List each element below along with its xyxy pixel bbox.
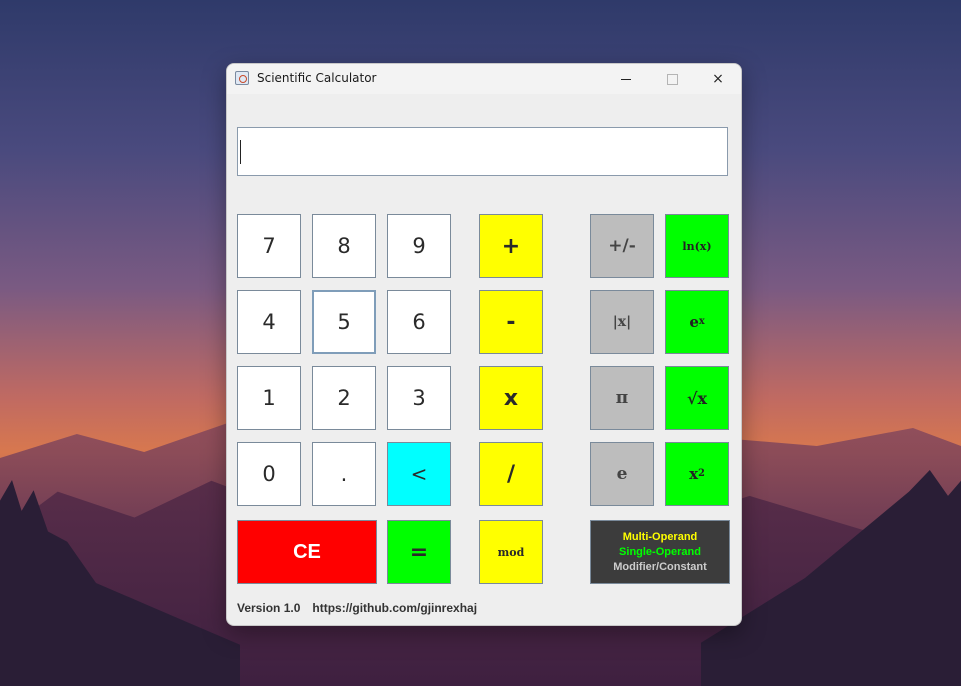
version-label: Version 1.0 [237,601,301,615]
exp-button[interactable]: ex [665,290,729,354]
divide-button[interactable]: / [479,442,543,506]
square-button[interactable]: x2 [665,442,729,506]
legend-single-operand: Single-Operand [619,545,701,558]
footer: Version 1.0 https://github.com/gjinrexhaj [237,601,477,615]
close-button[interactable]: × [695,64,741,94]
color-legend: Multi-Operand Single-Operand Modifier/Co… [590,520,730,584]
digit-5-button[interactable]: 5 [312,290,376,354]
digit-8-button[interactable]: 8 [312,214,376,278]
sqrt-button[interactable]: √x [665,366,729,430]
text-caret [240,140,241,164]
display-input[interactable] [237,127,728,176]
equals-button[interactable]: = [387,520,451,584]
decimal-point-button[interactable]: . [312,442,376,506]
add-button[interactable]: + [479,214,543,278]
github-link: https://github.com/gjinrexhaj [312,601,478,615]
java-app-icon [235,71,249,85]
exp-base: e [689,313,699,331]
euler-constant-button[interactable]: e [590,442,654,506]
digit-3-button[interactable]: 3 [387,366,451,430]
window-title: Scientific Calculator [257,71,377,85]
digit-9-button[interactable]: 9 [387,214,451,278]
mod-button[interactable]: mod [479,520,543,584]
legend-multi-operand: Multi-Operand [622,530,698,543]
close-icon: × [712,71,724,87]
negate-button[interactable]: +/- [590,214,654,278]
title-bar[interactable]: Scientific Calculator × [227,64,741,94]
subtract-button[interactable]: - [479,290,543,354]
digit-6-button[interactable]: 6 [387,290,451,354]
ln-button[interactable]: ln(x) [665,214,729,278]
legend-modifier-constant: Modifier/Constant [613,560,707,573]
digit-1-button[interactable]: 1 [237,366,301,430]
digit-7-button[interactable]: 7 [237,214,301,278]
square-base: x [689,465,699,483]
pi-button[interactable]: π [590,366,654,430]
multiply-button[interactable]: x [479,366,543,430]
calculator-window: Scientific Calculator × 7 8 9 4 5 6 1 2 … [226,63,742,626]
backspace-button[interactable]: < [387,442,451,506]
abs-button[interactable]: |x| [590,290,654,354]
digit-0-button[interactable]: 0 [237,442,301,506]
digit-2-button[interactable]: 2 [312,366,376,430]
minimize-button[interactable] [603,64,649,94]
clear-entry-button[interactable]: CE [237,520,377,584]
maximize-icon [666,73,678,85]
maximize-button[interactable] [649,64,695,94]
minimize-icon [621,78,631,80]
digit-4-button[interactable]: 4 [237,290,301,354]
